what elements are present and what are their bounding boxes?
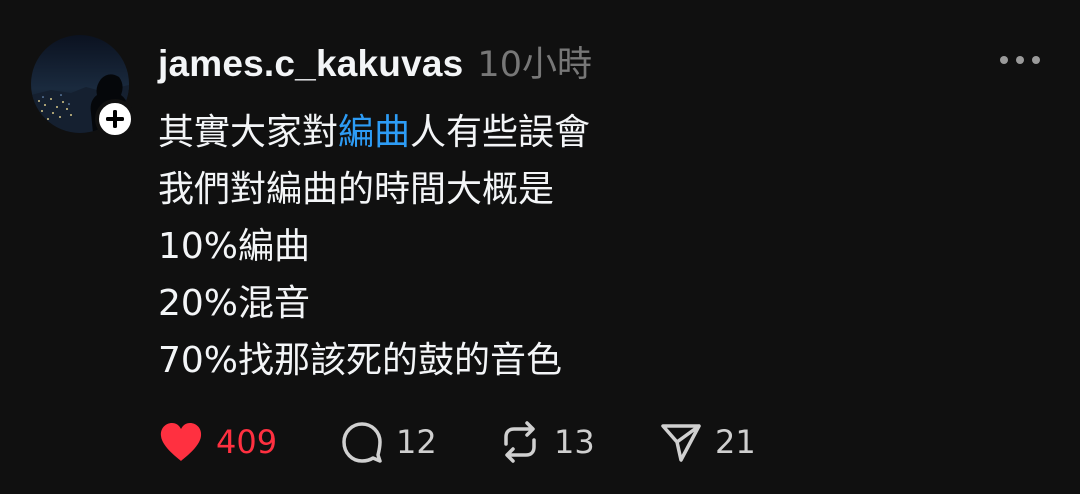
post-body: 其實大家對編曲人有些誤會 我們對編曲的時間大概是 10%編曲 20%混音 70%… [158, 104, 590, 389]
post-line-3: 10%編曲 [158, 226, 311, 267]
more-horizontal-icon [1032, 56, 1040, 64]
username[interactable]: james.c_kakuvas [158, 43, 463, 85]
post-header: james.c_kakuvas 10小時 [158, 36, 592, 90]
post-line-2: 我們對編曲的時間大概是 [158, 169, 555, 210]
timestamp: 10小時 [477, 45, 592, 85]
text-segment: 人有些誤會 [410, 112, 591, 153]
repost-icon [504, 421, 536, 463]
more-horizontal-icon [1000, 56, 1008, 64]
post-line-1: 其實大家對編曲人有些誤會 [158, 104, 590, 161]
text-segment: 其實大家對 [158, 112, 339, 153]
share-count: 21 [715, 423, 756, 461]
avatar[interactable] [31, 35, 135, 139]
repost-count: 13 [554, 423, 595, 461]
heart-filled-icon [160, 423, 202, 461]
like-count: 409 [216, 423, 278, 461]
send-icon [661, 424, 701, 462]
more-options-button[interactable] [1000, 48, 1040, 72]
action-bar: 409 12 13 21 [158, 414, 756, 470]
post-line-4: 20%混音 [158, 283, 311, 324]
comment-bubble-icon [342, 422, 382, 463]
comment-button[interactable]: 12 [340, 420, 498, 464]
share-button[interactable]: 21 [659, 420, 756, 464]
like-button[interactable]: 409 [158, 421, 340, 463]
comment-count: 12 [396, 423, 437, 461]
plus-icon [106, 110, 124, 128]
more-horizontal-icon [1016, 56, 1024, 64]
post-line-5: 70%找那該死的鼓的音色 [158, 340, 563, 381]
repost-button[interactable]: 13 [498, 420, 659, 464]
hashtag-link[interactable]: 編曲 [338, 112, 410, 153]
follow-button[interactable] [95, 99, 135, 139]
thread-post: james.c_kakuvas 10小時 其實大家對編曲人有些誤會 我們對編曲的… [0, 0, 1080, 494]
